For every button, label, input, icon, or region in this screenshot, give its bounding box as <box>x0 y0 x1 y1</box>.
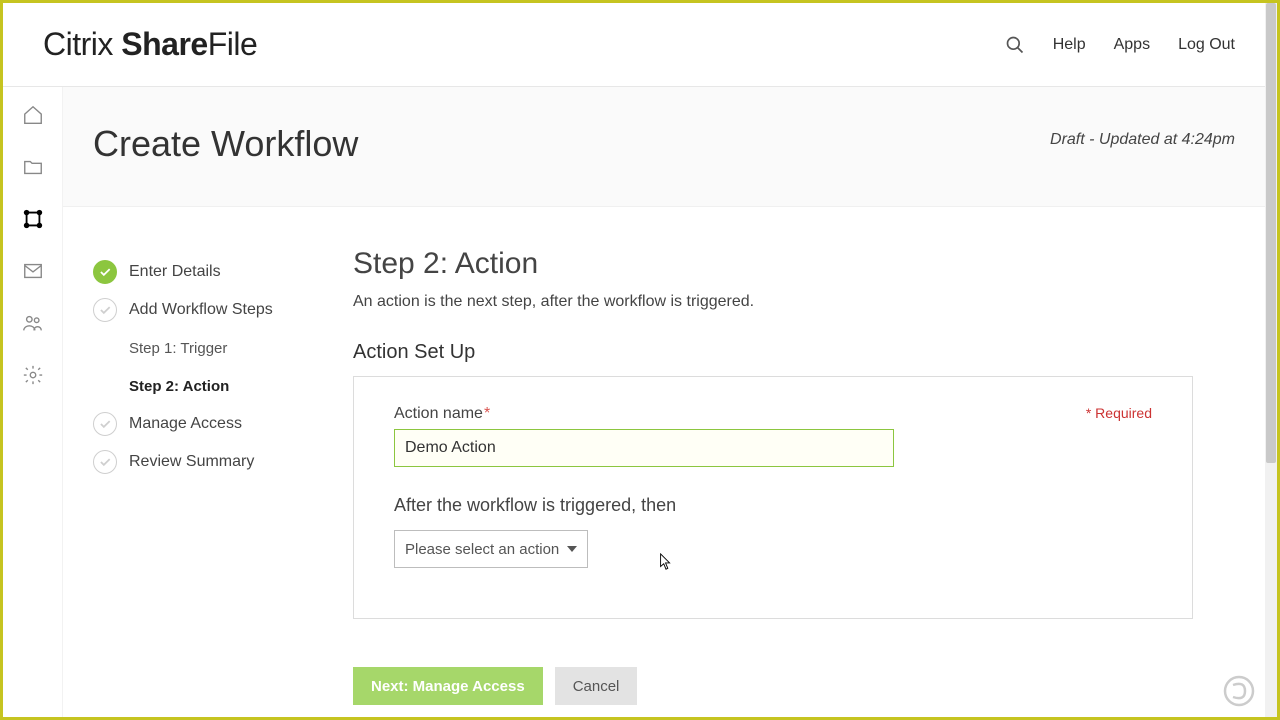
people-icon[interactable] <box>21 311 45 335</box>
nav-help[interactable]: Help <box>1053 36 1086 54</box>
top-header: Citrix ShareFile Help Apps Log Out <box>3 3 1265 87</box>
brand-logo: Citrix ShareFile <box>43 26 257 63</box>
step-enter-details[interactable]: Enter Details <box>93 253 333 291</box>
check-icon <box>93 260 117 284</box>
page-status: Draft - Updated at 4:24pm <box>1050 131 1235 149</box>
gear-icon[interactable] <box>21 363 45 387</box>
workflow-icon[interactable] <box>21 207 45 231</box>
nav-apps[interactable]: Apps <box>1114 36 1150 54</box>
required-star: * <box>484 405 490 422</box>
page-title: Create Workflow <box>93 123 358 165</box>
step-label: Review Summary <box>129 453 254 471</box>
brand-main: Share <box>121 26 207 62</box>
search-icon[interactable] <box>1005 35 1025 55</box>
brand-suffix: File <box>208 26 258 62</box>
home-icon[interactable] <box>21 103 45 127</box>
select-placeholder: Please select an action <box>405 541 559 558</box>
mail-icon[interactable] <box>21 259 45 283</box>
action-select[interactable]: Please select an action <box>394 530 588 568</box>
form-main: Step 2: Action An action is the next ste… <box>353 207 1265 717</box>
after-trigger-label: After the workflow is triggered, then <box>394 495 1152 516</box>
nav-logout[interactable]: Log Out <box>1178 36 1235 54</box>
left-rail <box>3 87 63 717</box>
step-action[interactable]: Step 2: Action <box>93 367 333 405</box>
page-header: Create Workflow Draft - Updated at 4:24p… <box>63 87 1265 207</box>
label-text: Action name <box>394 405 483 422</box>
step-label: Step 1: Trigger <box>129 340 227 357</box>
brand-prefix: Citrix <box>43 26 121 62</box>
watermark-icon <box>1223 675 1255 707</box>
step-label: Manage Access <box>129 415 242 433</box>
step-label: Step 2: Action <box>129 378 229 395</box>
action-name-input[interactable] <box>394 429 894 467</box>
wizard-steps: Enter Details Add Workflow Steps Step 1:… <box>63 207 353 717</box>
folder-icon[interactable] <box>21 155 45 179</box>
cancel-button[interactable]: Cancel <box>555 667 638 705</box>
scrollbar[interactable] <box>1265 3 1277 717</box>
step-review-summary[interactable]: Review Summary <box>93 443 333 481</box>
step-label: Enter Details <box>129 263 221 281</box>
step-trigger[interactable]: Step 1: Trigger <box>93 329 333 367</box>
check-icon <box>93 450 117 474</box>
step-label: Add Workflow Steps <box>129 301 273 319</box>
action-panel: * Required Action name* After the workfl… <box>353 376 1193 619</box>
step-add-workflow-steps[interactable]: Add Workflow Steps <box>93 291 333 329</box>
top-nav: Help Apps Log Out <box>1005 35 1235 55</box>
form-description: An action is the next step, after the wo… <box>353 293 1225 311</box>
step-manage-access[interactable]: Manage Access <box>93 405 333 443</box>
scrollbar-thumb[interactable] <box>1266 3 1276 463</box>
check-icon <box>93 412 117 436</box>
check-icon <box>93 298 117 322</box>
section-title: Action Set Up <box>353 341 1225 364</box>
action-name-label: Action name* <box>394 405 1152 423</box>
form-title: Step 2: Action <box>353 247 1225 281</box>
content: Enter Details Add Workflow Steps Step 1:… <box>63 207 1265 717</box>
wizard-footer: Next: Manage Access Cancel <box>353 667 637 717</box>
required-note: * Required <box>1086 405 1152 421</box>
next-button[interactable]: Next: Manage Access <box>353 667 543 705</box>
